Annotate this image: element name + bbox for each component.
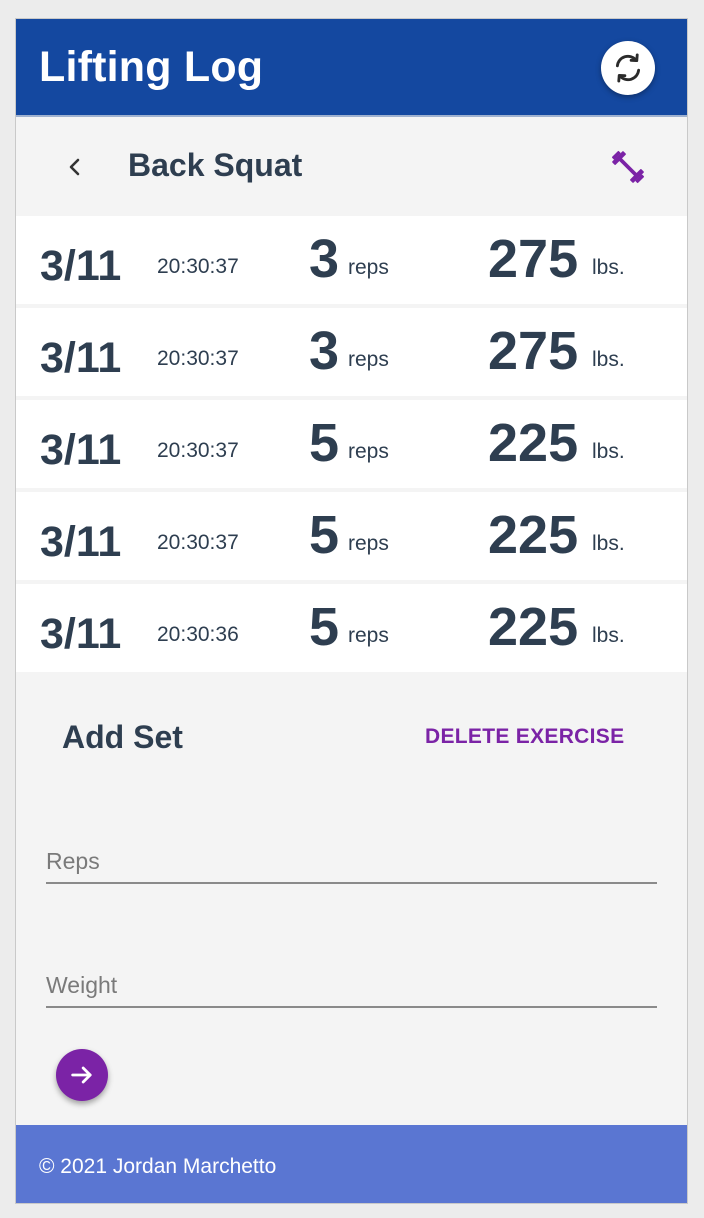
set-time: 20:30:37 <box>157 255 239 278</box>
set-weight-unit: lbs. <box>592 624 625 647</box>
set-reps: 5 <box>309 505 340 565</box>
set-reps-unit: reps <box>348 532 389 555</box>
sets-list: 3/11 20:30:37 3 reps 275 lbs. 3/11 20:30… <box>16 216 687 676</box>
set-time: 20:30:37 <box>157 531 239 554</box>
reps-input[interactable] <box>46 840 657 882</box>
set-weight: 275 <box>488 321 579 381</box>
set-row[interactable]: 3/11 20:30:37 3 reps 275 lbs. <box>16 216 687 304</box>
set-date: 3/11 <box>40 334 122 382</box>
dumbbell-icon <box>611 150 645 184</box>
app-header: Lifting Log <box>16 19 687 117</box>
weight-field <box>46 964 657 1008</box>
set-weight: 275 <box>488 229 579 289</box>
sync-icon <box>615 53 641 83</box>
set-date: 3/11 <box>40 610 122 658</box>
chevron-left-icon <box>69 158 80 176</box>
set-time: 20:30:37 <box>157 347 239 370</box>
weight-input[interactable] <box>46 964 657 1006</box>
set-reps: 5 <box>309 413 340 473</box>
set-weight-unit: lbs. <box>592 348 625 371</box>
app-frame: Lifting Log Back Squat 3/11 20:30:37 3 r… <box>15 18 688 1204</box>
sync-button[interactable] <box>601 41 655 95</box>
set-row[interactable]: 3/11 20:30:37 3 reps 275 lbs. <box>16 308 687 396</box>
set-row[interactable]: 3/11 20:30:36 5 reps 225 lbs. <box>16 584 687 672</box>
set-date: 3/11 <box>40 426 122 474</box>
set-weight: 225 <box>488 597 579 657</box>
submit-set-button[interactable] <box>56 1049 108 1101</box>
set-reps-unit: reps <box>348 624 389 647</box>
set-reps-unit: reps <box>348 348 389 371</box>
set-reps: 5 <box>309 597 340 657</box>
set-reps-unit: reps <box>348 440 389 463</box>
set-weight-unit: lbs. <box>592 532 625 555</box>
set-weight-unit: lbs. <box>592 256 625 279</box>
set-weight: 225 <box>488 413 579 473</box>
set-date: 3/11 <box>40 518 122 566</box>
set-reps: 3 <box>309 321 340 381</box>
set-weight: 225 <box>488 505 579 565</box>
delete-exercise-button[interactable]: DELETE EXERCISE <box>425 725 624 749</box>
set-row[interactable]: 3/11 20:30:37 5 reps 225 lbs. <box>16 492 687 580</box>
exercise-bar: Back Squat <box>16 119 687 216</box>
app-title: Lifting Log <box>39 43 264 91</box>
add-set-title: Add Set <box>62 719 183 755</box>
footer-copyright: © 2021 Jordan Marchetto <box>39 1155 277 1178</box>
set-reps: 3 <box>309 229 340 289</box>
exercise-menu-button[interactable] <box>606 145 650 189</box>
set-row[interactable]: 3/11 20:30:37 5 reps 225 lbs. <box>16 400 687 488</box>
reps-field <box>46 840 657 884</box>
exercise-title: Back Squat <box>128 147 303 183</box>
set-reps-unit: reps <box>348 256 389 279</box>
set-date: 3/11 <box>40 242 122 290</box>
back-button[interactable] <box>60 149 90 185</box>
set-weight-unit: lbs. <box>592 440 625 463</box>
set-time: 20:30:37 <box>157 439 239 462</box>
set-time: 20:30:36 <box>157 623 239 646</box>
footer: © 2021 Jordan Marchetto <box>16 1125 687 1203</box>
arrow-right-icon <box>71 1066 92 1084</box>
